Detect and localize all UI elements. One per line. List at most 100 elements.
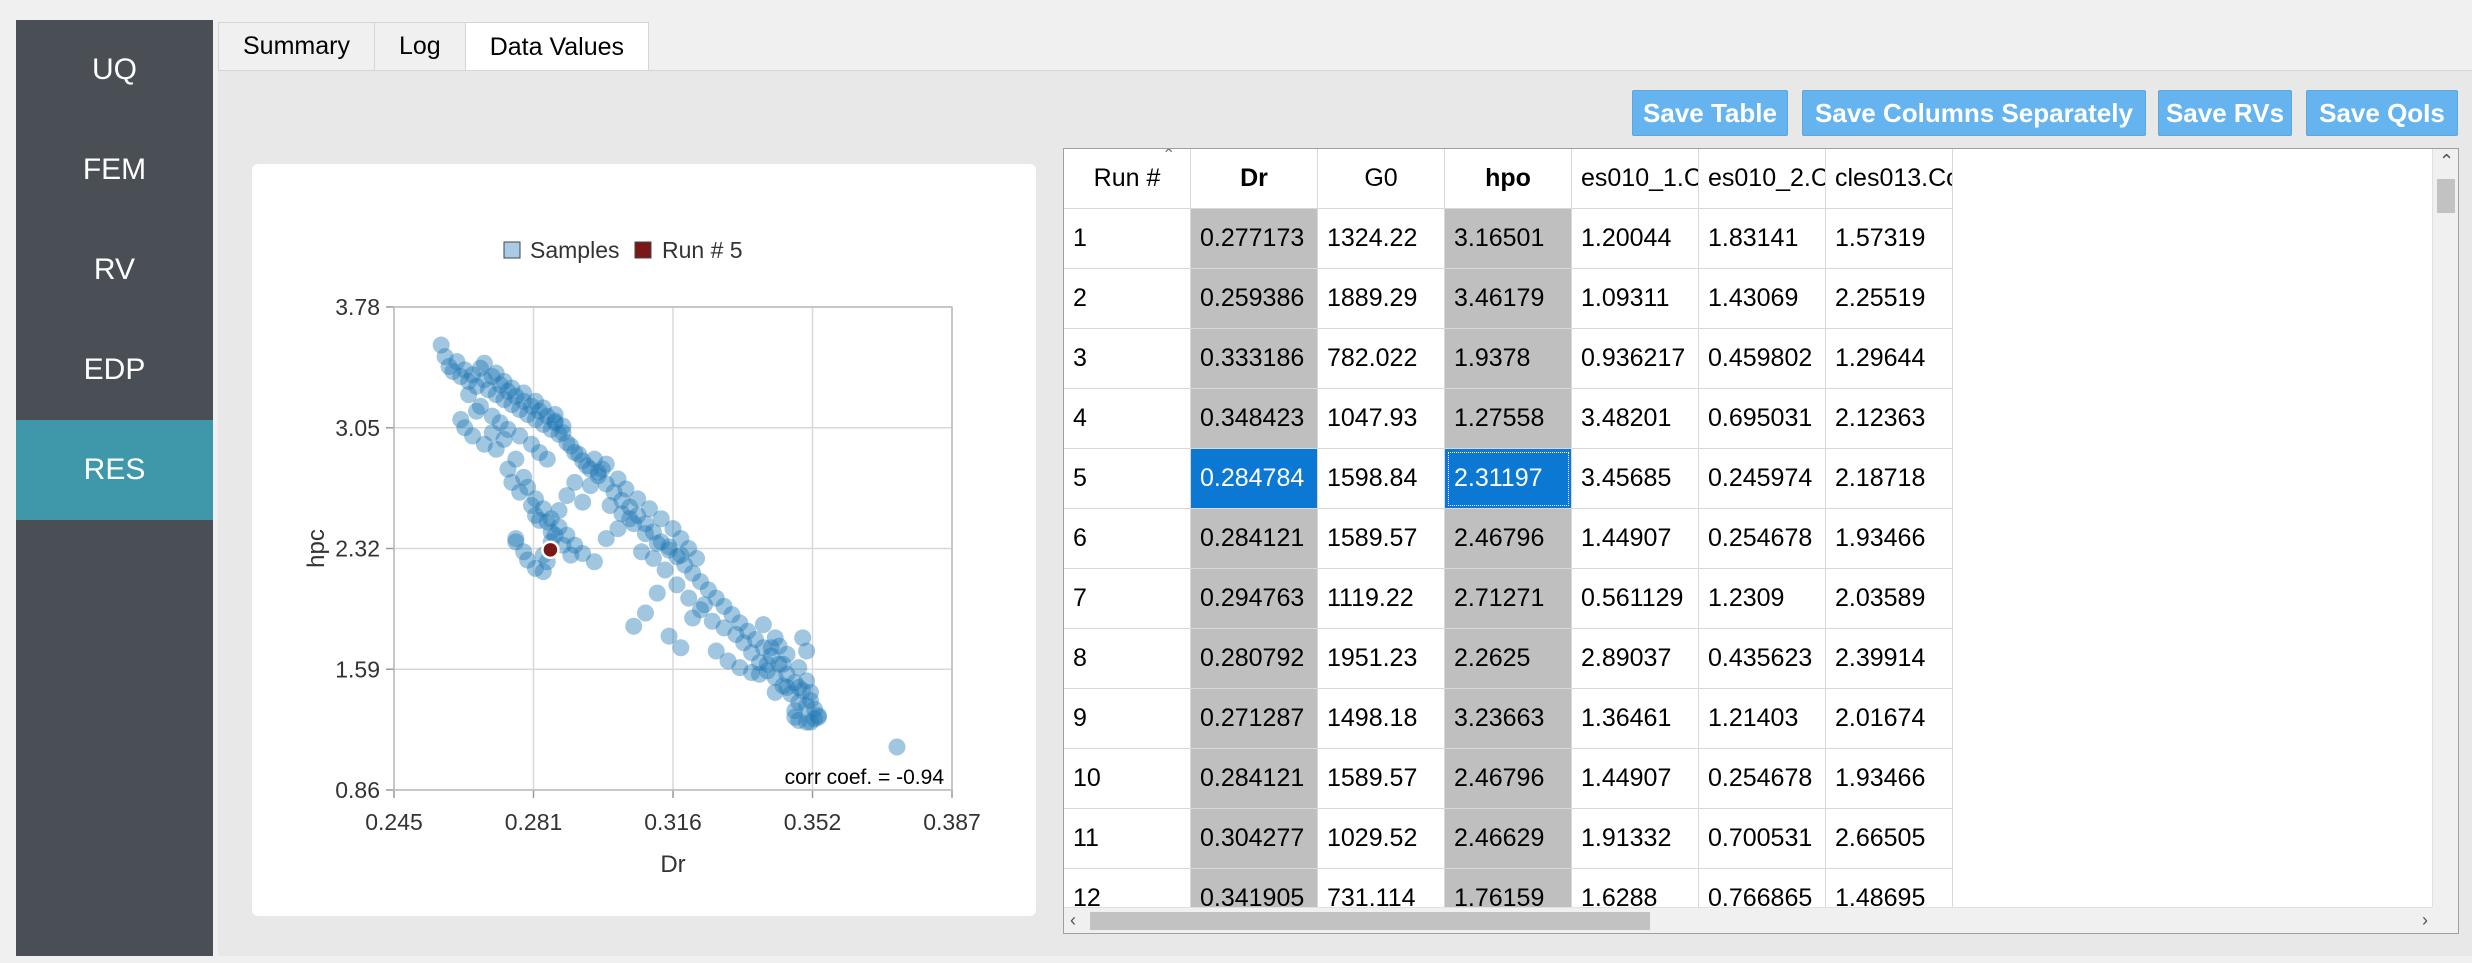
table-cell[interactable]: 1119.22 [1318, 569, 1445, 629]
table-cell[interactable]: 0.695031 [1699, 389, 1826, 449]
sidebar-item-uq[interactable]: UQ [16, 20, 213, 120]
table-cell[interactable]: 0.333186 [1191, 329, 1318, 389]
table-cell[interactable]: 1.91332 [1572, 809, 1699, 869]
table-cell[interactable]: 1.76159 [1445, 869, 1572, 909]
table-cell[interactable]: 1598.84 [1318, 449, 1445, 509]
table-cell[interactable]: 3.23663 [1445, 689, 1572, 749]
scroll-up-icon[interactable]: ⌃ [2439, 151, 2454, 171]
table-cell[interactable]: 0.700531 [1699, 809, 1826, 869]
table-cell[interactable]: 1.9378 [1445, 329, 1572, 389]
table-cell[interactable]: 782.022 [1318, 329, 1445, 389]
table-cell[interactable]: 1589.57 [1318, 509, 1445, 569]
table-cell[interactable]: 1.44907 [1572, 509, 1699, 569]
table-cell[interactable]: 0.245974 [1699, 449, 1826, 509]
column-header[interactable]: Dr [1191, 149, 1318, 209]
row-number-cell[interactable]: 10 [1064, 749, 1191, 809]
table-cell[interactable]: 2.18718 [1826, 449, 1953, 509]
table-cell[interactable]: 0.277173 [1191, 209, 1318, 269]
table-row[interactable]: 2 0.259386 1889.29 3.46179 1.09311 1.43069 2.2… [1064, 269, 1953, 329]
table-cell[interactable]: 2.89037 [1572, 629, 1699, 689]
row-number-cell[interactable]: 4 [1064, 389, 1191, 449]
table-cell[interactable]: 1589.57 [1318, 749, 1445, 809]
table-cell[interactable]: 2.46629 [1445, 809, 1572, 869]
table-row[interactable]: 9 0.271287 1498.18 3.23663 1.36461 1.21403 2.0… [1064, 689, 1953, 749]
tab-data-values[interactable]: Data Values [464, 22, 650, 72]
table-cell[interactable]: 1.83141 [1699, 209, 1826, 269]
tab-log[interactable]: Log [373, 22, 466, 70]
row-number-cell[interactable]: 5 [1064, 449, 1191, 509]
table-cell[interactable]: 1.57319 [1826, 209, 1953, 269]
table-row[interactable]: 5 0.284784 1598.84 2.31197 3.45685 0.245974 2.… [1064, 449, 1953, 509]
column-header[interactable]: hpo [1445, 149, 1572, 209]
row-number-cell[interactable]: 8 [1064, 629, 1191, 689]
sidebar-item-fem[interactable]: FEM [16, 120, 213, 220]
table-cell[interactable]: 2.71271 [1445, 569, 1572, 629]
table-cell[interactable]: 0.304277 [1191, 809, 1318, 869]
save-table-button[interactable]: Save Table [1632, 90, 1788, 136]
column-header[interactable]: es010_2.CovMul [1699, 149, 1826, 209]
table-row[interactable]: 1 0.277173 1324.22 3.16501 1.20044 1.83141 1.5… [1064, 209, 1953, 269]
table-cell[interactable]: 1.09311 [1572, 269, 1699, 329]
save-rvs-button[interactable]: Save RVs [2158, 90, 2292, 136]
table-cell[interactable]: 1.93466 [1826, 749, 1953, 809]
table-cell[interactable]: 1029.52 [1318, 809, 1445, 869]
table-cell[interactable]: 1.93466 [1826, 509, 1953, 569]
table-cell[interactable]: 1.20044 [1572, 209, 1699, 269]
horizontal-scroll-thumb[interactable] [1090, 912, 1650, 930]
table-cell[interactable]: 2.46796 [1445, 509, 1572, 569]
table-cell[interactable]: 2.03589 [1826, 569, 1953, 629]
table-row[interactable]: 11 0.304277 1029.52 2.46629 1.91332 0.700531 2… [1064, 809, 1953, 869]
row-number-cell[interactable]: 11 [1064, 809, 1191, 869]
column-header[interactable]: cles013.CovMu [1826, 149, 1953, 209]
table-cell[interactable]: 3.45685 [1572, 449, 1699, 509]
table-cell[interactable]: 1.43069 [1699, 269, 1826, 329]
scroll-right-icon[interactable]: › [2422, 910, 2428, 930]
table-cell[interactable]: 2.39914 [1826, 629, 1953, 689]
table-cell[interactable]: 0.259386 [1191, 269, 1318, 329]
table-cell[interactable]: 0.936217 [1572, 329, 1699, 389]
table-cell[interactable]: 3.16501 [1445, 209, 1572, 269]
table-cell[interactable]: 3.48201 [1572, 389, 1699, 449]
save-qois-button[interactable]: Save QoIs [2306, 90, 2458, 136]
row-number-cell[interactable]: 6 [1064, 509, 1191, 569]
table-cell[interactable]: 731.114 [1318, 869, 1445, 909]
table-cell[interactable]: 2.31197 [1445, 449, 1572, 509]
tab-summary[interactable]: Summary [218, 22, 375, 70]
table-cell[interactable]: 0.284121 [1191, 749, 1318, 809]
horizontal-scrollbar[interactable]: ‹ › [1064, 907, 2434, 933]
table-cell[interactable]: 0.435623 [1699, 629, 1826, 689]
sidebar-item-rv[interactable]: RV [16, 220, 213, 320]
row-number-cell[interactable]: 12 [1064, 869, 1191, 909]
table-row[interactable]: 3 0.333186 782.022 1.9378 0.936217 0.459802 1.… [1064, 329, 1953, 389]
table-cell[interactable]: 1324.22 [1318, 209, 1445, 269]
table-cell[interactable]: 0.284784 [1191, 449, 1318, 509]
row-number-cell[interactable]: 9 [1064, 689, 1191, 749]
sidebar-item-res[interactable]: RES [16, 420, 213, 520]
column-header[interactable]: es010_1.CovMul [1572, 149, 1699, 209]
table-cell[interactable]: 0.280792 [1191, 629, 1318, 689]
table-cell[interactable]: 0.766865 [1699, 869, 1826, 909]
table-cell[interactable]: 0.254678 [1699, 749, 1826, 809]
table-cell[interactable]: 2.66505 [1826, 809, 1953, 869]
table-cell[interactable]: 1.36461 [1572, 689, 1699, 749]
table-row[interactable]: 12 0.341905 731.114 1.76159 1.6288 0.766865 1.… [1064, 869, 1953, 909]
table-cell[interactable]: 3.46179 [1445, 269, 1572, 329]
table-cell[interactable]: 0.271287 [1191, 689, 1318, 749]
table-cell[interactable]: 1.44907 [1572, 749, 1699, 809]
table-cell[interactable]: 0.341905 [1191, 869, 1318, 909]
row-number-cell[interactable]: 2 [1064, 269, 1191, 329]
vertical-scroll-thumb[interactable] [2437, 179, 2455, 213]
table-cell[interactable]: 0.561129 [1572, 569, 1699, 629]
table-cell[interactable]: 0.348423 [1191, 389, 1318, 449]
table-row[interactable]: 4 0.348423 1047.93 1.27558 3.48201 0.695031 2.… [1064, 389, 1953, 449]
table-row[interactable]: 8 0.280792 1951.23 2.2625 2.89037 0.435623 2.3… [1064, 629, 1953, 689]
table-row[interactable]: 7 0.294763 1119.22 2.71271 0.561129 1.2309 2.0… [1064, 569, 1953, 629]
scroll-left-icon[interactable]: ‹ [1070, 910, 1076, 930]
table-cell[interactable]: 2.01674 [1826, 689, 1953, 749]
table-cell[interactable]: 1498.18 [1318, 689, 1445, 749]
table-cell[interactable]: 1889.29 [1318, 269, 1445, 329]
sidebar-item-edp[interactable]: EDP [16, 320, 213, 420]
vertical-scrollbar[interactable]: ⌃ [2432, 149, 2458, 909]
table-cell[interactable]: 0.294763 [1191, 569, 1318, 629]
table-cell[interactable]: 1.27558 [1445, 389, 1572, 449]
